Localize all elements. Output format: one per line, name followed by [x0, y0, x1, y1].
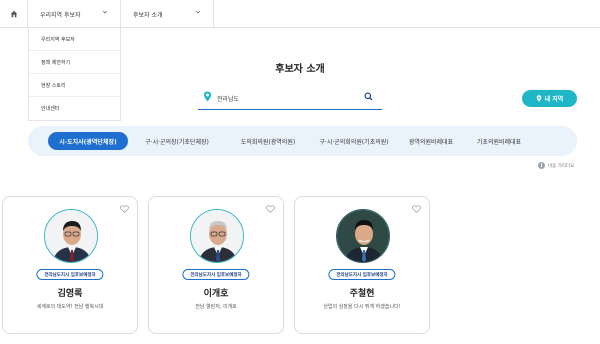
hide-toggle[interactable]: i 비움 가리다요: [538, 162, 574, 169]
info-icon: i: [538, 162, 545, 169]
candidate-card[interactable]: 전라남도지사 입후보예정자 김영록 세계로의 대도약! 전남 행복시대: [2, 196, 138, 334]
candidate-name: 김영록: [57, 289, 83, 299]
hide-toggle-label: 비움 가리다요: [548, 163, 575, 169]
home-button[interactable]: [0, 0, 28, 28]
tab-provincial-proportional[interactable]: 광역의원비례대표: [392, 132, 470, 150]
candidate-name: 주철현: [349, 289, 375, 299]
top-navigation: 우리지역 후보자 후보자 소개: [0, 0, 600, 28]
dropdown-item[interactable]: 우리지역 후보자: [29, 28, 120, 51]
heart-icon[interactable]: [120, 205, 129, 213]
nav-select-submenu[interactable]: 후보자 소개: [121, 0, 214, 28]
dropdown-item[interactable]: 정책 제안하기: [29, 51, 120, 74]
region-search-input[interactable]: [217, 90, 357, 106]
tab-local-proportional[interactable]: 기초의원비례대표: [460, 132, 538, 150]
status-badge: 전라남도지사 입후보예정자: [36, 269, 104, 280]
nav-dropdown: 우리지역 후보자 정책 제안하기 현장 스토리 안내센터: [28, 28, 121, 121]
dropdown-item[interactable]: 현장 스토리: [29, 74, 120, 97]
candidate-slogan: 전남 웰린저, 이개호: [195, 304, 237, 310]
status-badge: 전라남도지사 입후보예정자: [182, 269, 250, 280]
my-location-button[interactable]: 내 지역: [522, 90, 577, 107]
avatar: [44, 209, 98, 263]
location-pin-icon: [203, 91, 212, 102]
tab-governor[interactable]: 시·도지사(광역단체장): [48, 132, 128, 150]
election-type-tabs: 시·도지사(광역단체장) 구·시·군의장(기초단체장) 도의회의원(광역의원) …: [28, 126, 577, 156]
home-icon: [10, 10, 17, 18]
chevron-down-icon: [102, 10, 108, 14]
candidate-name: 이개호: [203, 289, 229, 299]
tab-provincial-council[interactable]: 도의회의원(광역의원): [224, 132, 312, 150]
region-search: [198, 86, 382, 110]
chevron-down-icon: [195, 10, 201, 14]
location-pin-icon: [536, 95, 542, 102]
my-location-button-label: 내 지역: [544, 96, 564, 103]
status-badge: 전라남도지사 입후보예정자: [328, 269, 396, 280]
candidate-card[interactable]: 전라남도지사 입후보예정자 이개호 전남 웰린저, 이개호: [148, 196, 284, 334]
dropdown-item[interactable]: 안내센터: [29, 97, 120, 120]
tab-local-council[interactable]: 구·시·군의회의원(기초의원): [304, 132, 404, 150]
search-icon[interactable]: [364, 92, 373, 101]
avatar: [336, 209, 390, 263]
nav-select-menu-label: 우리지역 후보자: [40, 11, 81, 19]
candidate-slogan: 세계로의 대도약! 전남 행복시대: [36, 304, 104, 310]
candidate-card[interactable]: 전라남도지사 입후보예정자 주철현 산업의 심장을 다시 뛰게 하겠습니다!: [294, 196, 430, 334]
nav-select-submenu-label: 후보자 소개: [133, 11, 163, 19]
avatar: [190, 209, 244, 263]
candidate-slogan: 산업의 심장을 다시 뛰게 하겠습니다!: [323, 304, 401, 310]
heart-icon[interactable]: [412, 205, 421, 213]
nav-select-menu[interactable]: 우리지역 후보자: [28, 0, 121, 28]
tab-mayor[interactable]: 구·시·군의장(기초단체장): [130, 132, 224, 150]
heart-icon[interactable]: [266, 205, 275, 213]
